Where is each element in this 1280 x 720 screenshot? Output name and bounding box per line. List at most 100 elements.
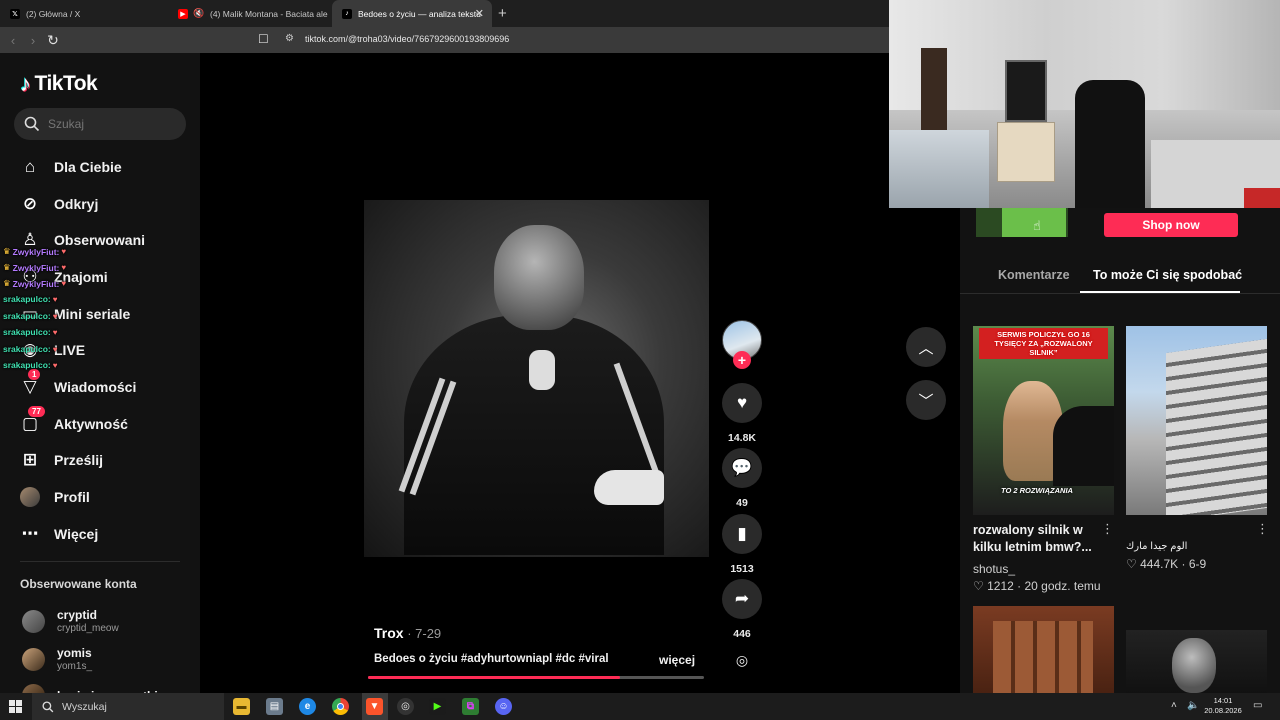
chat-user: srakapulco: bbox=[3, 344, 51, 354]
kick-icon[interactable]: ▶ bbox=[429, 698, 446, 715]
recommended-stats: ♡ 1212 · 20 godz. temu bbox=[973, 579, 1101, 593]
system-clock[interactable]: 14:01 20.08.2026 bbox=[1200, 696, 1246, 716]
cam-red-object bbox=[1244, 188, 1280, 208]
nav-wiadomosci[interactable]: ▽ 1 Wiadomości bbox=[20, 369, 137, 399]
tab-tiktok[interactable]: ♪ Bedoes o życiu — analiza tekstu ✕ bbox=[332, 0, 492, 27]
tab-title: (2) Główna / X bbox=[26, 8, 81, 19]
muted-icon[interactable]: 🔇 bbox=[193, 8, 204, 19]
like-action[interactable]: ♥ 14.8K bbox=[722, 383, 762, 444]
notification-icon[interactable]: ▭ bbox=[1253, 700, 1262, 711]
bookmark-icon[interactable]: ▮ bbox=[722, 514, 762, 554]
windows-start-icon[interactable] bbox=[9, 700, 22, 713]
separator: · bbox=[1017, 579, 1025, 593]
url-input[interactable]: tiktok.com/@troha03/video/76679296001938… bbox=[305, 34, 509, 44]
home-icon: ⌂ bbox=[24, 157, 36, 176]
heart-emote-icon: ♥ bbox=[52, 344, 58, 354]
heart-emote-icon: ♥ bbox=[52, 360, 58, 370]
close-tab-icon[interactable]: ✕ bbox=[475, 7, 484, 20]
more-icon: ⋯ bbox=[21, 524, 39, 543]
chat-message: ♛ ZwyklyFiut: ♥ bbox=[3, 278, 67, 289]
account-item[interactable]: cryptid cryptid_meow bbox=[22, 608, 119, 634]
chat-message: ♛ ZwyklyFiut: ♥ bbox=[3, 262, 67, 273]
site-info-icon[interactable]: ⚙ bbox=[285, 33, 294, 44]
nav-przeslij[interactable]: ⊞ Prześlij bbox=[20, 448, 103, 472]
edge-icon[interactable]: e bbox=[299, 698, 316, 715]
account-item[interactable]: yomis yom1s_ bbox=[22, 646, 92, 672]
nav-profil[interactable]: Profil bbox=[20, 485, 90, 509]
heart-outline-icon: ♡ bbox=[1126, 557, 1137, 571]
taskbar: Wyszukaj ▬ ▤ e ▼ ◎ ▶ ⧉ ☺ ˄ 🔈 14:01 20.08… bbox=[0, 693, 1280, 720]
chrome-icon[interactable] bbox=[332, 698, 349, 715]
cam-chair bbox=[1075, 80, 1145, 208]
obs-icon[interactable]: ◎ bbox=[397, 698, 414, 715]
brave-icon[interactable]: ▼ bbox=[366, 698, 383, 715]
nav-aktywnosc[interactable]: ▢ 77 Aktywność bbox=[20, 406, 128, 436]
search-bar[interactable] bbox=[14, 108, 186, 140]
recommended-thumbnail[interactable] bbox=[1126, 326, 1267, 515]
previous-video-button[interactable]: ︿ bbox=[906, 327, 946, 367]
reload-icon[interactable]: ↻ bbox=[43, 32, 63, 49]
recommended-title[interactable]: rozwalony silnik w kilku letnim bmw?... bbox=[973, 522, 1098, 556]
next-video-button[interactable]: ﹀ bbox=[906, 380, 946, 420]
more-button[interactable]: więcej bbox=[659, 653, 695, 667]
recommended-author[interactable]: shotus_ bbox=[973, 562, 1015, 576]
follow-plus-icon[interactable]: + bbox=[733, 351, 751, 369]
taskbar-search[interactable]: Wyszukaj bbox=[32, 693, 224, 720]
share-action[interactable]: ➦ 446 bbox=[722, 579, 762, 640]
nav-odkryj[interactable]: ⊘ Odkryj bbox=[20, 192, 98, 216]
tab-x[interactable]: 𝕏 (2) Główna / X bbox=[0, 0, 168, 27]
recommended-thumbnail[interactable]: SERWIS POLICZYŁ GO 16 TYSIĘCY ZA „ROZWAL… bbox=[973, 326, 1114, 515]
video-progress-bar[interactable] bbox=[368, 676, 704, 679]
nav-wiecej[interactable]: ⋯ Więcej bbox=[20, 522, 99, 546]
ad-banner[interactable] bbox=[976, 208, 1068, 237]
nav-label: Dla Ciebie bbox=[54, 159, 122, 175]
search-input[interactable] bbox=[48, 117, 168, 131]
comment-icon[interactable]: 💬 bbox=[722, 448, 762, 488]
file-explorer-icon[interactable]: ▬ bbox=[233, 698, 250, 715]
speaker-icon[interactable]: 🔈 bbox=[1187, 700, 1199, 711]
sound-disc-icon[interactable]: ◎ bbox=[732, 652, 752, 672]
separator: · bbox=[1181, 557, 1189, 571]
clock-time: 14:01 bbox=[1213, 696, 1233, 705]
discord-icon[interactable]: ☺ bbox=[495, 698, 512, 715]
nav-label: Odkryj bbox=[54, 196, 99, 212]
video-description: Bedoes o życiu #adyhurtowniapl #dc #vira… bbox=[374, 653, 609, 665]
nav-dla-ciebie[interactable]: ⌂ Dla Ciebie bbox=[20, 155, 122, 179]
video-frame-head bbox=[494, 225, 584, 330]
more-options-icon[interactable]: ⋮ bbox=[1256, 521, 1269, 537]
new-tab-button[interactable]: + bbox=[498, 5, 507, 22]
more-options-icon[interactable]: ⋮ bbox=[1101, 521, 1114, 537]
bookmark-icon[interactable]: ☐ bbox=[258, 32, 269, 46]
tab-recommended[interactable]: To może Ci się spodobać bbox=[1093, 268, 1242, 282]
recommended-thumbnail[interactable] bbox=[1126, 630, 1267, 693]
cam-dresser bbox=[997, 122, 1055, 182]
video-author[interactable]: Trox · 7-29 bbox=[374, 625, 441, 641]
tiktok-logo[interactable]: ♪ TikTok bbox=[20, 71, 98, 97]
tab-comments[interactable]: Komentarze bbox=[998, 268, 1070, 282]
following-accounts-title: Obserwowane konta bbox=[20, 577, 137, 591]
video-player[interactable] bbox=[364, 200, 709, 557]
back-icon[interactable]: ‹ bbox=[3, 33, 23, 48]
video-progress-fill bbox=[368, 676, 620, 679]
tab-divider bbox=[960, 293, 1280, 294]
cam-bed bbox=[889, 130, 989, 208]
save-action[interactable]: ▮ 1513 bbox=[722, 514, 762, 575]
tab-title: (4) Malik Montana - Baciata ale t bbox=[210, 8, 328, 19]
tab-youtube[interactable]: ▶ 🔇 (4) Malik Montana - Baciata ale t bbox=[168, 0, 328, 27]
app-icon[interactable]: ▤ bbox=[266, 698, 283, 715]
recommended-thumbnail[interactable] bbox=[973, 606, 1114, 693]
comment-action[interactable]: 💬 49 bbox=[722, 448, 762, 509]
share-icon[interactable]: ➦ bbox=[722, 579, 762, 619]
chevron-up-icon[interactable]: ˄ bbox=[1171, 700, 1177, 711]
heart-icon[interactable]: ♥ bbox=[722, 383, 762, 423]
avatar bbox=[22, 609, 45, 633]
app-icon[interactable]: ⧉ bbox=[462, 698, 479, 715]
recommended-title[interactable]: الوم جيدا مارك bbox=[1126, 538, 1187, 555]
heart-emote-icon: ♥ bbox=[52, 311, 58, 321]
forward-icon[interactable]: › bbox=[23, 33, 43, 48]
thumb-caption: SERWIS POLICZYŁ GO 16 TYSIĘCY ZA „ROZWAL… bbox=[979, 328, 1108, 359]
shop-now-button[interactable]: Shop now bbox=[1104, 213, 1238, 237]
nav-label: Wiadomości bbox=[54, 379, 137, 395]
sidebar: ♪ TikTok ⌂ Dla Ciebie ⊘ Odkryj ♙ Obserwo… bbox=[0, 53, 200, 707]
thumb-person bbox=[1172, 638, 1216, 693]
